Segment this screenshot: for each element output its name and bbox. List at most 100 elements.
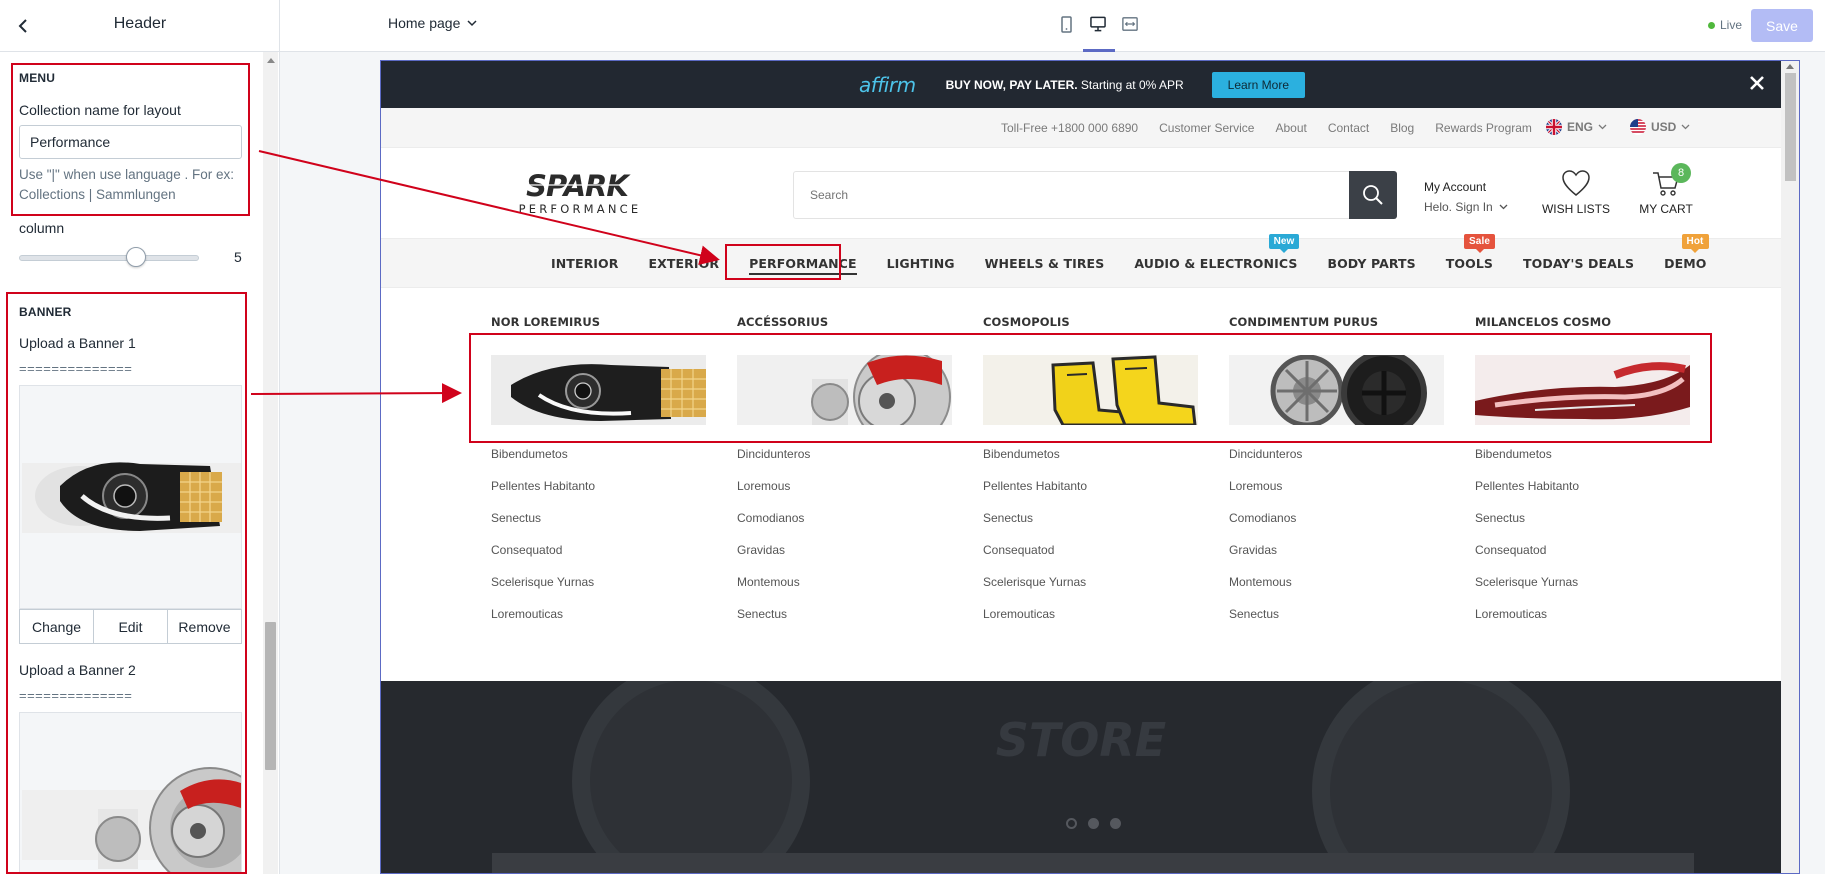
change-banner-button[interactable]: Change	[20, 610, 94, 643]
mega-link[interactable]: Scelerisque Yurnas	[983, 575, 1198, 607]
search-button[interactable]	[1349, 171, 1397, 219]
mega-link[interactable]: Gravidas	[1229, 543, 1444, 575]
nav-item-label: LIGHTING	[886, 255, 955, 271]
column-slider-thumb[interactable]	[126, 247, 146, 267]
headlight-image	[20, 386, 241, 608]
mega-link[interactable]: Comodianos	[737, 511, 952, 543]
mega-link[interactable]: Loremouticas	[491, 607, 706, 639]
mega-banner-image[interactable]	[491, 355, 706, 425]
nav-item-tools[interactable]: TOOLS Sale	[1446, 233, 1495, 271]
mega-link[interactable]: Pellentes Habitanto	[1475, 479, 1690, 511]
mega-column-title[interactable]: ACCÉSSORIUS	[737, 315, 952, 329]
nav-item-demo[interactable]: DEMO Hot	[1664, 233, 1709, 271]
mega-banner-image[interactable]	[1229, 355, 1444, 425]
remove-banner-button[interactable]: Remove	[168, 610, 241, 643]
nav-item-exterior[interactable]: EXTERIOR	[649, 256, 720, 271]
mega-links: Dincidunteros Loremous Comodianos Gravidas M…	[1229, 447, 1444, 639]
mega-link[interactable]: Scelerisque Yurnas	[491, 575, 706, 607]
hero-background-image: STORE	[572, 681, 1570, 873]
mega-link[interactable]: Loremous	[737, 479, 952, 511]
desktop-view-button[interactable]	[1090, 14, 1106, 34]
mega-column-title[interactable]: CONDIMENTUM PURUS	[1229, 315, 1444, 329]
currency-selector[interactable]: USD	[1630, 119, 1690, 135]
nav-item-today-s-deals[interactable]: TODAY'S DEALS	[1523, 256, 1634, 271]
mega-link[interactable]: Montemous	[1229, 575, 1444, 607]
language-selector[interactable]: ENG	[1546, 119, 1607, 135]
nav-item-audio-electronics[interactable]: AUDIO & ELECTRONICS New	[1134, 233, 1300, 271]
mega-link[interactable]: Senectus	[1475, 511, 1690, 543]
mega-banner-image[interactable]	[737, 355, 952, 425]
save-button[interactable]: Save	[1751, 9, 1813, 42]
collection-name-input[interactable]	[19, 125, 242, 159]
preview-scroll-thumb[interactable]	[1785, 73, 1796, 181]
scroll-up-arrow-icon[interactable]	[267, 58, 275, 63]
mega-link[interactable]: Pellentes Habitanto	[491, 479, 706, 511]
nav-item-performance[interactable]: PERFORMANCE	[749, 255, 857, 275]
banner-1-preview[interactable]	[19, 385, 242, 609]
mega-link[interactable]: Senectus	[491, 511, 706, 543]
learn-more-button[interactable]: Learn More	[1211, 71, 1306, 98]
mega-column-title[interactable]: NOR LOREMIRUS	[491, 315, 706, 329]
column-slider-track[interactable]	[19, 255, 199, 261]
nav-badge-hot: Hot	[1681, 233, 1709, 253]
nav-item-lighting[interactable]: LIGHTING	[887, 256, 955, 271]
mega-link[interactable]: Consequatod	[983, 543, 1198, 575]
mega-link[interactable]: Pellentes Habitanto	[983, 479, 1198, 511]
wishlist-link[interactable]: WISH LISTS	[1538, 169, 1614, 216]
mega-link[interactable]: Senectus	[983, 511, 1198, 543]
mega-links: Dincidunteros Loremous Comodianos Gravidas M…	[737, 447, 952, 639]
mobile-view-button[interactable]	[1058, 14, 1074, 34]
util-link-contact[interactable]: Contact	[1328, 121, 1369, 135]
util-link-phone[interactable]: Toll-Free +1800 000 6890	[1001, 121, 1138, 135]
mega-link[interactable]: Bibendumetos	[491, 447, 706, 479]
sidebar-scroll-thumb[interactable]	[265, 622, 276, 770]
mega-link[interactable]: Scelerisque Yurnas	[1475, 575, 1690, 607]
mega-link[interactable]: Consequatod	[491, 543, 706, 575]
mega-link[interactable]: Comodianos	[1229, 511, 1444, 543]
seats-image	[983, 355, 1198, 425]
util-link-blog[interactable]: Blog	[1390, 121, 1414, 135]
mega-link[interactable]: Loremouticas	[1475, 607, 1690, 639]
nav-item-body-parts[interactable]: BODY PARTS	[1327, 256, 1415, 271]
logo-text: SPARK	[526, 171, 631, 203]
banner-section-title: BANNER	[19, 305, 72, 319]
scroll-up-arrow-icon[interactable]	[1786, 64, 1794, 69]
fullscreen-view-button[interactable]	[1122, 14, 1138, 34]
nav-item-interior[interactable]: INTERIOR	[551, 256, 619, 271]
slider-dot[interactable]	[1066, 818, 1077, 829]
mega-link[interactable]: Dincidunteros	[737, 447, 952, 479]
mega-links: Bibendumetos Pellentes Habitanto Senectus C…	[983, 447, 1198, 639]
banner-2-preview[interactable]	[19, 712, 242, 874]
edit-banner-button[interactable]: Edit	[94, 610, 168, 643]
mega-link[interactable]: Bibendumetos	[983, 447, 1198, 479]
cart-link[interactable]: 8 MY CART	[1634, 163, 1698, 216]
mega-link[interactable]: Montemous	[737, 575, 952, 607]
mega-banner-image[interactable]	[1475, 355, 1690, 425]
mega-link[interactable]: Bibendumetos	[1475, 447, 1690, 479]
slider-dot[interactable]	[1110, 818, 1121, 829]
mega-link[interactable]: Senectus	[1229, 607, 1444, 639]
nav-item-label: BODY PARTS	[1327, 255, 1416, 271]
nav-item-wheels-tires[interactable]: WHEELS & TIRES	[985, 256, 1105, 271]
util-link-about[interactable]: About	[1275, 121, 1306, 135]
page-selector[interactable]: Home page	[388, 15, 477, 31]
mega-link[interactable]: Loremouticas	[983, 607, 1198, 639]
mega-link[interactable]: Senectus	[737, 607, 952, 639]
util-link-customer-service[interactable]: Customer Service	[1159, 121, 1254, 135]
mega-link[interactable]: Loremous	[1229, 479, 1444, 511]
mega-link[interactable]: Dincidunteros	[1229, 447, 1444, 479]
mega-link[interactable]: Gravidas	[737, 543, 952, 575]
mega-banner-image[interactable]	[983, 355, 1198, 425]
spark-logo[interactable]: SPARK PERFORMANCE	[491, 171, 663, 215]
search-bar	[793, 171, 1397, 219]
util-link-rewards[interactable]: Rewards Program	[1435, 121, 1532, 135]
slider-dot-active[interactable]	[1088, 818, 1099, 829]
account-menu[interactable]: My Account Helo. Sign In	[1424, 177, 1508, 217]
close-icon[interactable]	[1747, 73, 1767, 93]
mega-column-title[interactable]: COSMOPOLIS	[983, 315, 1198, 329]
search-input[interactable]	[794, 172, 1349, 218]
mega-link[interactable]: Consequatod	[1475, 543, 1690, 575]
mega-column-title[interactable]: MILANCELOS COSMO	[1475, 315, 1690, 329]
preview-scrollbar[interactable]	[1781, 61, 1799, 873]
desktop-icon	[1090, 16, 1106, 32]
